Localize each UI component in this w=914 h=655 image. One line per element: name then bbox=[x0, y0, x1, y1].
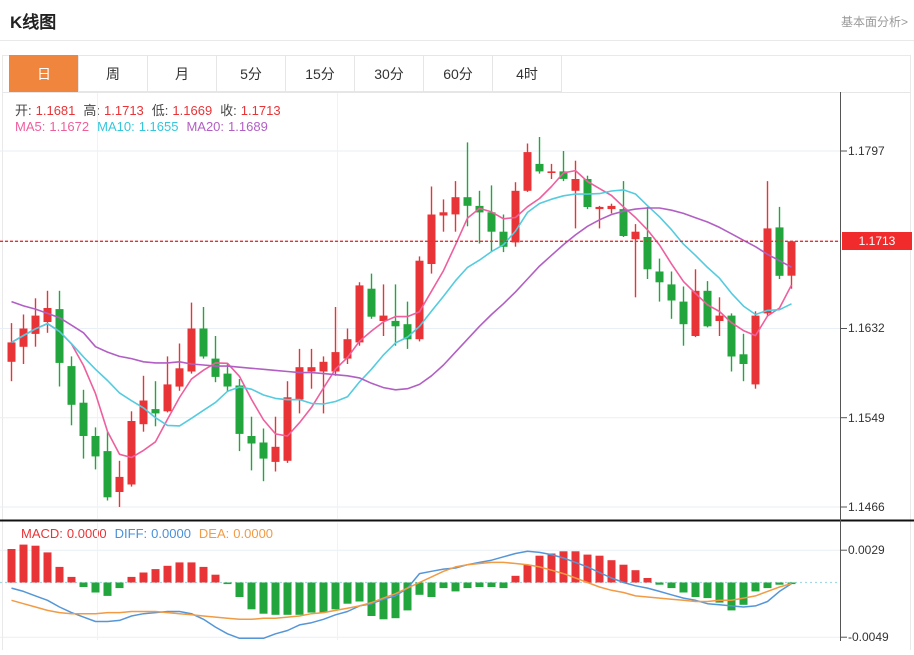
macd-legend: MACD:0.0000 DIFF:0.0000 DEA:0.0000 bbox=[21, 526, 281, 541]
macd-tick-label: -0.0049 bbox=[848, 629, 889, 645]
ohlc-legend: 开:1.1681高:1.1713 低:1.1669收:1.1713 bbox=[15, 100, 289, 119]
legend-item: MA10:1.1655 bbox=[97, 119, 182, 134]
tab-timeframe-5[interactable]: 30分 bbox=[354, 55, 424, 92]
legend-item: 收:1.1713 bbox=[220, 100, 284, 119]
tab-timeframe-3[interactable]: 5分 bbox=[216, 55, 286, 92]
price-tick-label: 1.1797 bbox=[848, 143, 885, 159]
ma-legend: MA5:1.1672 MA10:1.1655 MA20:1.1689 bbox=[15, 119, 276, 134]
page-title: K线图 bbox=[10, 8, 56, 33]
legend-item: MACD:0.0000 bbox=[21, 526, 111, 541]
legend-item: MA20:1.1689 bbox=[186, 119, 271, 134]
tab-timeframe-1[interactable]: 周 bbox=[78, 55, 148, 92]
fundamental-analysis-link[interactable]: 基本面分析> bbox=[841, 13, 908, 30]
tab-timeframe-2[interactable]: 月 bbox=[147, 55, 217, 92]
tab-timeframe-0[interactable]: 日 bbox=[9, 55, 79, 92]
timeframe-tab-bar: 日周月5分15分30分60分4时 bbox=[3, 55, 910, 93]
macd-tick-label: 0.0029 bbox=[848, 542, 885, 558]
legend-item: MA5:1.1672 bbox=[15, 119, 93, 134]
tab-timeframe-6[interactable]: 60分 bbox=[423, 55, 493, 92]
legend-item: 低:1.1669 bbox=[152, 100, 216, 119]
header-divider bbox=[0, 40, 914, 41]
legend-item: 开:1.1681 bbox=[15, 100, 79, 119]
legend-item: DEA:0.0000 bbox=[199, 526, 277, 541]
price-tick-label: 1.1632 bbox=[848, 320, 885, 336]
tab-timeframe-7[interactable]: 4时 bbox=[492, 55, 562, 92]
kline-chart-panel: 日周月5分15分30分60分4时 开:1.1681高:1.1713 低:1.166… bbox=[2, 55, 911, 650]
legend-item: 高:1.1713 bbox=[83, 100, 147, 119]
tab-timeframe-4[interactable]: 15分 bbox=[285, 55, 355, 92]
current-price-tag: 1.1713 bbox=[842, 232, 912, 250]
legend-item: DIFF:0.0000 bbox=[115, 526, 195, 541]
price-tick-label: 1.1466 bbox=[848, 499, 885, 515]
price-tick-label: 1.1549 bbox=[848, 410, 885, 426]
